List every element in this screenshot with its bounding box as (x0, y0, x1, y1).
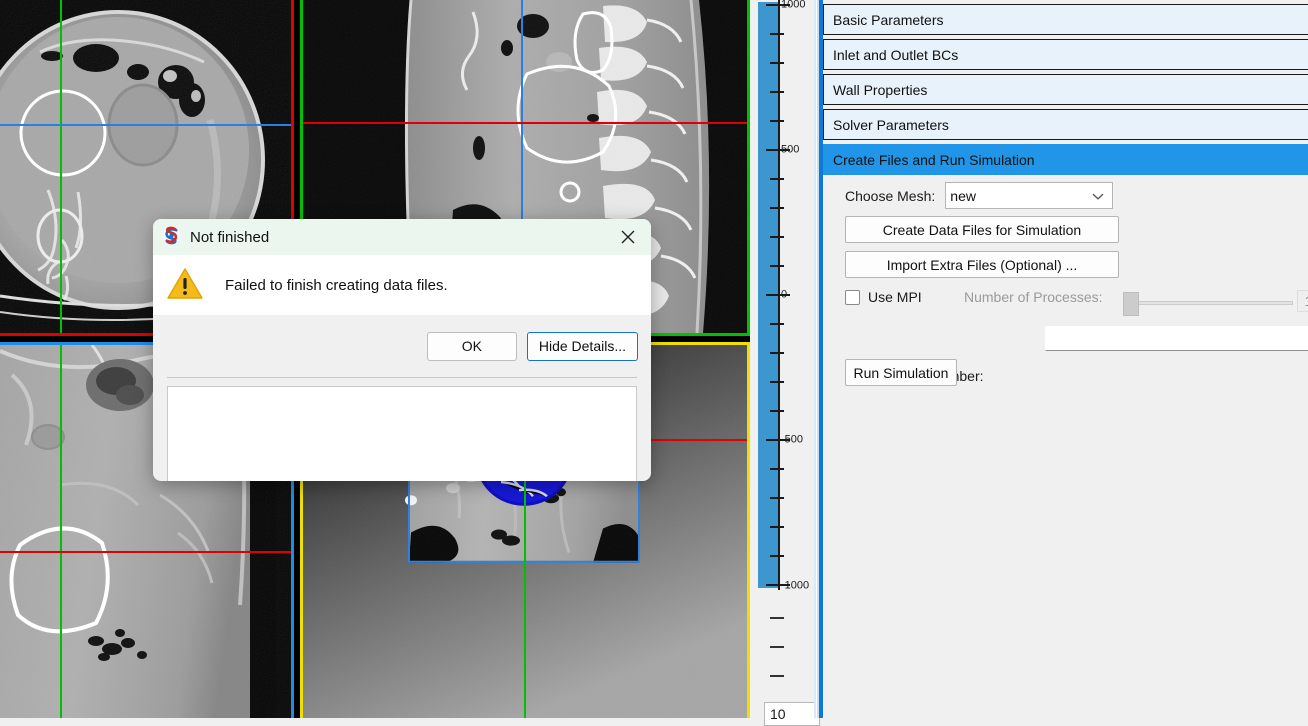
number-of-processes-slider[interactable] (1123, 290, 1293, 316)
section-label: Wall Properties (833, 81, 928, 98)
dialog-title: Not finished (190, 228, 270, 246)
number-of-processes-value: 1 (1297, 290, 1308, 312)
number-of-processes-label: Number of Processes: (964, 289, 1103, 305)
slider-tick-label: -1000 (781, 579, 810, 592)
choose-mesh-label: Choose Mesh: (845, 187, 936, 204)
dialog-button-row: OK Hide Details... (153, 315, 651, 377)
dialog-details-textarea[interactable] (167, 386, 637, 481)
slider-tick-minor (770, 265, 784, 267)
slider-groove (1133, 301, 1293, 305)
section-label: Inlet and Outlet BCs (833, 46, 959, 63)
create-data-files-button[interactable]: Create Data Files for Simulation (845, 216, 1119, 243)
slider-tick-label: 0 (781, 288, 788, 301)
section-basic-parameters[interactable]: Basic Parameters (823, 4, 1308, 35)
slider-tick-minor (770, 120, 784, 122)
slider-tick-minor (770, 62, 784, 64)
import-extra-files-button[interactable]: Import Extra Files (Optional) ... (845, 251, 1119, 278)
slider-tick-minor (770, 675, 784, 677)
use-mpi-checkbox[interactable] (845, 289, 860, 305)
number-of-processes-row: Number of Processes: (964, 289, 1103, 305)
slider-tick-minor (770, 207, 784, 209)
slider-handle[interactable] (1123, 292, 1139, 316)
slider-tick-minor (770, 33, 784, 35)
choose-mesh-select[interactable]: new (945, 182, 1114, 209)
close-icon[interactable] (611, 222, 645, 252)
dialog-message-text: Failed to finish creating data files. (225, 276, 448, 294)
slider-tick-minor (770, 178, 784, 180)
window-level-value-input[interactable]: 10 (764, 702, 820, 726)
choose-mesh-row: Choose Mesh: new (845, 182, 1114, 209)
slider-tick-minor (770, 352, 784, 354)
slider-tick-minor (770, 236, 784, 238)
section-wall-properties[interactable]: Wall Properties (823, 74, 1308, 105)
warning-triangle-icon (167, 267, 203, 303)
use-mpi-label: Use MPI (868, 289, 922, 305)
slider-tick-minor (770, 555, 784, 557)
slider-tick-label: 1000 (781, 0, 806, 11)
section-inlet-outlet-bcs[interactable]: Inlet and Outlet BCs (823, 39, 1308, 70)
section-create-files-and-run-simulation[interactable]: Create Files and Run Simulation (823, 144, 1308, 175)
hide-details-button[interactable]: Hide Details... (526, 331, 638, 361)
slider-tick-label: -500 (781, 433, 804, 446)
slider-tick-minor (770, 617, 784, 619)
section-label: Basic Parameters (833, 11, 944, 28)
slider-tick-minor (770, 497, 784, 499)
window-level-slider[interactable]: 1000 500 0 -500 -1000 10 (750, 0, 820, 726)
slider-tick-minor (770, 91, 784, 93)
slicer-logo-icon (162, 226, 181, 248)
module-parameters-panel: Basic Parameters Inlet and Outlet BCs Wa… (814, 0, 1308, 718)
slider-tick-minor (770, 526, 784, 528)
slider-tick-minor (770, 381, 784, 383)
dialog-message-area: Failed to finish creating data files. (153, 255, 651, 315)
ok-button[interactable]: OK (426, 331, 517, 361)
run-simulation-button[interactable]: Run Simulation (845, 359, 957, 386)
section-label: Solver Parameters (833, 116, 949, 133)
create-files-section-body: Choose Mesh: new Create Data Files for S… (823, 176, 1308, 718)
slider-tick-minor (770, 468, 784, 470)
dialog-titlebar: Not finished (153, 219, 651, 255)
dialog-separator (167, 377, 637, 378)
slider-tick-minor (770, 646, 784, 648)
use-mpi-checkbox-row[interactable]: Use MPI (845, 289, 922, 305)
starting-step-number-input[interactable] (1045, 326, 1308, 351)
not-finished-dialog: Not finished Failed to finish creating d… (153, 219, 651, 481)
section-solver-parameters[interactable]: Solver Parameters (823, 109, 1308, 140)
slider-tick-minor (770, 323, 784, 325)
slider-tick-minor (770, 410, 784, 412)
slider-tick-label: 500 (781, 143, 800, 156)
section-label: Create Files and Run Simulation (833, 151, 1035, 168)
